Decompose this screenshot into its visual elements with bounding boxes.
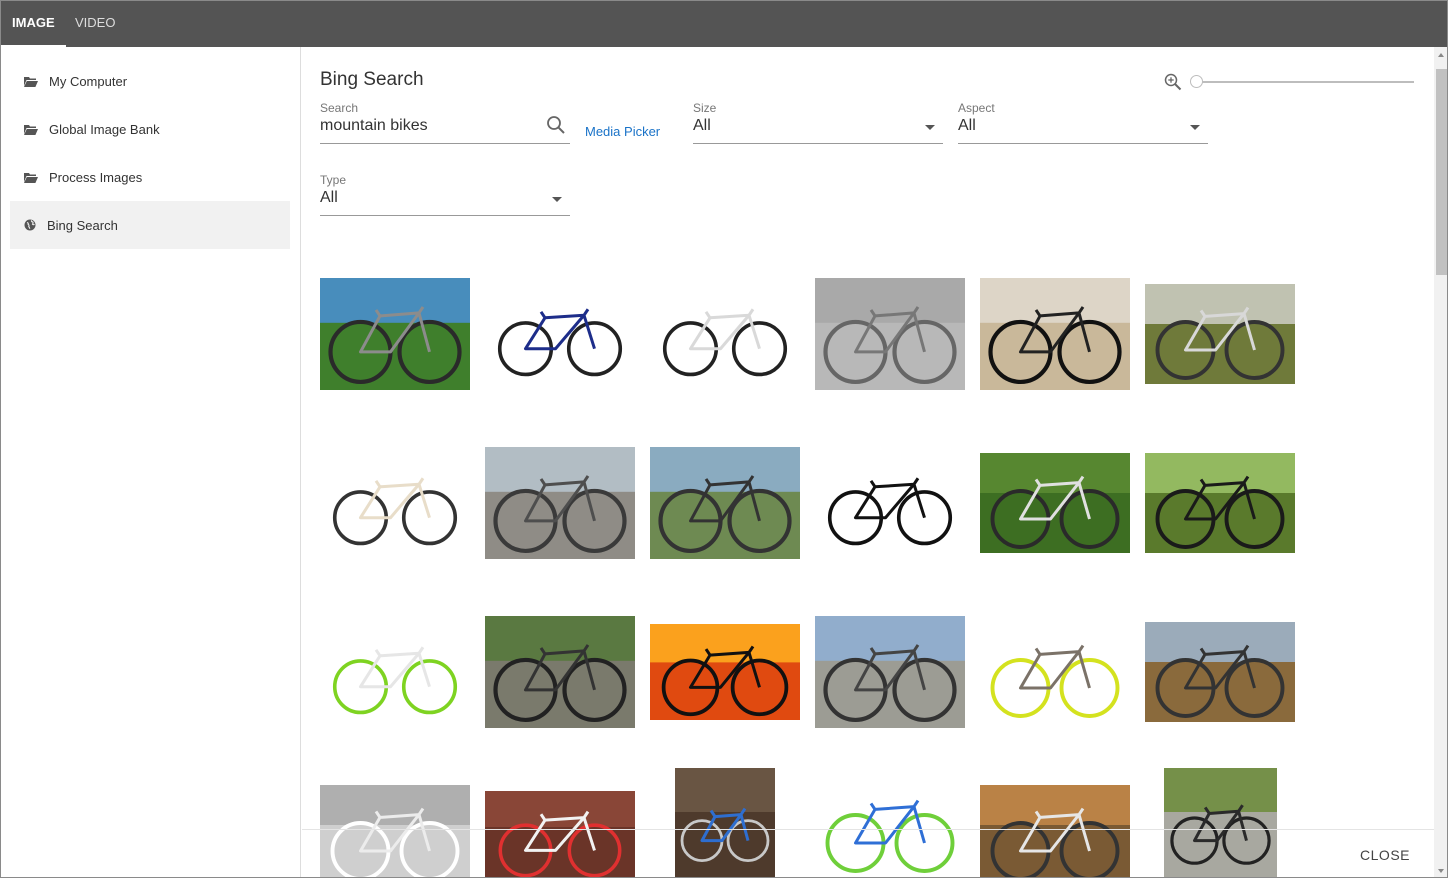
image-result-thumbnail[interactable]	[485, 288, 635, 380]
image-result-thumbnail[interactable]	[485, 616, 635, 728]
media-picker-link[interactable]: Media Picker	[585, 124, 660, 139]
type-dropdown[interactable]: All	[320, 187, 570, 216]
aspect-dropdown[interactable]: All	[958, 115, 1208, 144]
image-result-thumbnail[interactable]	[485, 447, 635, 559]
page-title: Bing Search	[320, 69, 424, 90]
sidebar-item-bing-search[interactable]: Bing Search	[10, 201, 290, 249]
image-result-thumbnail[interactable]	[650, 624, 800, 720]
image-result-thumbnail[interactable]	[320, 785, 470, 877]
sidebar-item-my-computer[interactable]: My Computer	[10, 57, 290, 105]
aspect-value: All	[958, 117, 976, 134]
dialog-window: IMAGE VIDEO My Computer Global Image Ban…	[0, 0, 1448, 878]
image-result-thumbnail[interactable]	[485, 791, 635, 877]
size-select[interactable]: Size All	[693, 101, 943, 150]
type-value: All	[320, 189, 338, 206]
dropdown-arrow-icon	[1190, 125, 1200, 130]
folder-open-icon	[24, 124, 38, 135]
search-icon[interactable]	[546, 115, 566, 135]
image-result-thumbnail[interactable]	[980, 785, 1130, 877]
dropdown-arrow-icon	[552, 197, 562, 202]
tab-image[interactable]: IMAGE	[1, 1, 66, 47]
top-tab-bar: IMAGE VIDEO	[1, 1, 1447, 47]
image-result-thumbnail[interactable]	[980, 622, 1130, 722]
image-result-thumbnail[interactable]	[980, 453, 1130, 553]
sidebar-item-label: My Computer	[49, 73, 128, 89]
scroll-up-arrow-icon[interactable]	[1438, 53, 1444, 57]
zoom-slider[interactable]	[1190, 75, 1414, 89]
image-result-thumbnail[interactable]	[815, 777, 965, 877]
sidebar-item-global-image-bank[interactable]: Global Image Bank	[10, 105, 290, 153]
sidebar-item-label: Process Images	[49, 169, 143, 185]
size-value: All	[693, 117, 711, 134]
image-result-thumbnail[interactable]	[675, 768, 775, 877]
zoom-slider-track	[1196, 81, 1414, 83]
sidebar-item-label: Bing Search	[47, 217, 118, 233]
folder-open-icon	[24, 76, 38, 87]
size-label: Size	[693, 101, 717, 115]
sidebar-item-process-images[interactable]: Process Images	[10, 153, 290, 201]
close-button[interactable]: CLOSE	[1360, 847, 1410, 863]
zoom-in-icon[interactable]	[1164, 73, 1182, 91]
image-result-thumbnail[interactable]	[320, 457, 470, 549]
image-result-thumbnail[interactable]	[815, 278, 965, 390]
sidebar-item-label: Global Image Bank	[49, 121, 160, 137]
search-input[interactable]	[320, 117, 530, 135]
image-result-thumbnail[interactable]	[320, 626, 470, 718]
aspect-select[interactable]: Aspect All	[958, 101, 1208, 150]
dropdown-arrow-icon	[925, 125, 935, 130]
image-result-thumbnail[interactable]	[650, 288, 800, 380]
size-dropdown[interactable]: All	[693, 115, 943, 144]
image-result-thumbnail[interactable]	[980, 278, 1130, 390]
tab-video[interactable]: VIDEO	[64, 1, 126, 47]
image-result-thumbnail[interactable]	[815, 457, 965, 549]
search-label: Search	[320, 101, 359, 115]
folder-open-icon	[24, 172, 38, 183]
search-field: Search	[320, 101, 570, 150]
aspect-label: Aspect	[958, 101, 995, 115]
image-result-thumbnail[interactable]	[320, 278, 470, 390]
type-select[interactable]: Type All	[320, 173, 570, 222]
image-result-thumbnail[interactable]	[1145, 284, 1295, 384]
image-result-thumbnail[interactable]	[1145, 453, 1295, 553]
zoom-slider-handle[interactable]	[1190, 75, 1203, 88]
image-result-thumbnail[interactable]	[815, 616, 965, 728]
type-label: Type	[320, 173, 347, 187]
sidebar: My Computer Global Image Bank Process Im…	[1, 47, 301, 877]
scroll-down-arrow-icon[interactable]	[1438, 869, 1444, 873]
globe-icon	[24, 219, 36, 231]
vertical-scrollbar[interactable]	[1434, 47, 1447, 877]
image-result-thumbnail[interactable]	[1163, 768, 1277, 877]
image-result-thumbnail[interactable]	[650, 447, 800, 559]
image-result-thumbnail[interactable]	[1145, 622, 1295, 722]
search-box	[320, 115, 570, 144]
main-panel: Bing Search Search Media Picker Size	[302, 47, 1434, 877]
scrollbar-thumb[interactable]	[1436, 69, 1447, 275]
